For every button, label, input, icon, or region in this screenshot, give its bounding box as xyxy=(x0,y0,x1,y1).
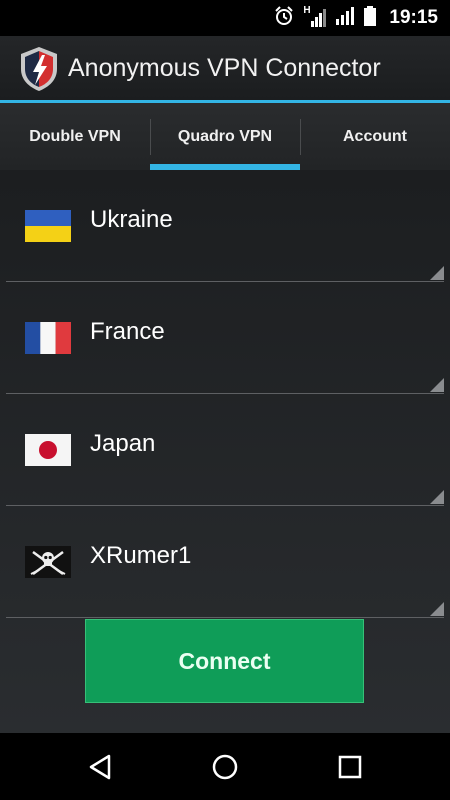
server-label: France xyxy=(90,318,165,345)
recents-icon[interactable] xyxy=(334,751,366,783)
dropdown-corner-icon xyxy=(430,490,444,504)
alarm-icon xyxy=(273,5,295,32)
app-bar: Anonymous VPN Connector xyxy=(0,36,450,100)
dropdown-corner-icon xyxy=(430,378,444,392)
dropdown-corner-icon xyxy=(430,266,444,280)
dropdown-corner-icon xyxy=(430,602,444,616)
connect-button[interactable]: Connect xyxy=(85,619,364,703)
ukraine-flag-icon xyxy=(25,210,71,242)
mobile-signal-icon: H xyxy=(303,5,327,29)
japan-flag-icon xyxy=(25,434,71,466)
battery-icon xyxy=(363,5,377,32)
navigation-bar xyxy=(0,733,450,800)
app-title: Anonymous VPN Connector xyxy=(68,54,381,82)
home-icon[interactable] xyxy=(209,751,241,783)
server-select-xrumer1[interactable]: XRumer1 xyxy=(0,506,450,618)
divider xyxy=(6,617,444,618)
france-flag-icon xyxy=(25,322,71,354)
tab-double-vpn[interactable]: Double VPN xyxy=(0,103,150,170)
server-select-japan[interactable]: Japan xyxy=(0,394,450,506)
server-label: Ukraine xyxy=(90,206,173,233)
status-bar: H 19:15 xyxy=(0,0,450,36)
shield-lightning-logo-icon xyxy=(18,45,60,93)
tab-bar: Double VPN Quadro VPN Account xyxy=(0,103,450,170)
jolly-roger-flag-icon xyxy=(25,546,71,578)
back-icon[interactable] xyxy=(84,751,116,783)
signal-icon xyxy=(335,5,355,32)
server-select-ukraine[interactable]: Ukraine xyxy=(0,170,450,282)
server-label: XRumer1 xyxy=(90,542,192,569)
tab-quadro-vpn[interactable]: Quadro VPN xyxy=(150,103,300,170)
status-time: 19:15 xyxy=(389,7,438,28)
tab-account[interactable]: Account xyxy=(300,103,450,170)
server-label: Japan xyxy=(90,430,156,457)
server-select-france[interactable]: France xyxy=(0,282,450,394)
